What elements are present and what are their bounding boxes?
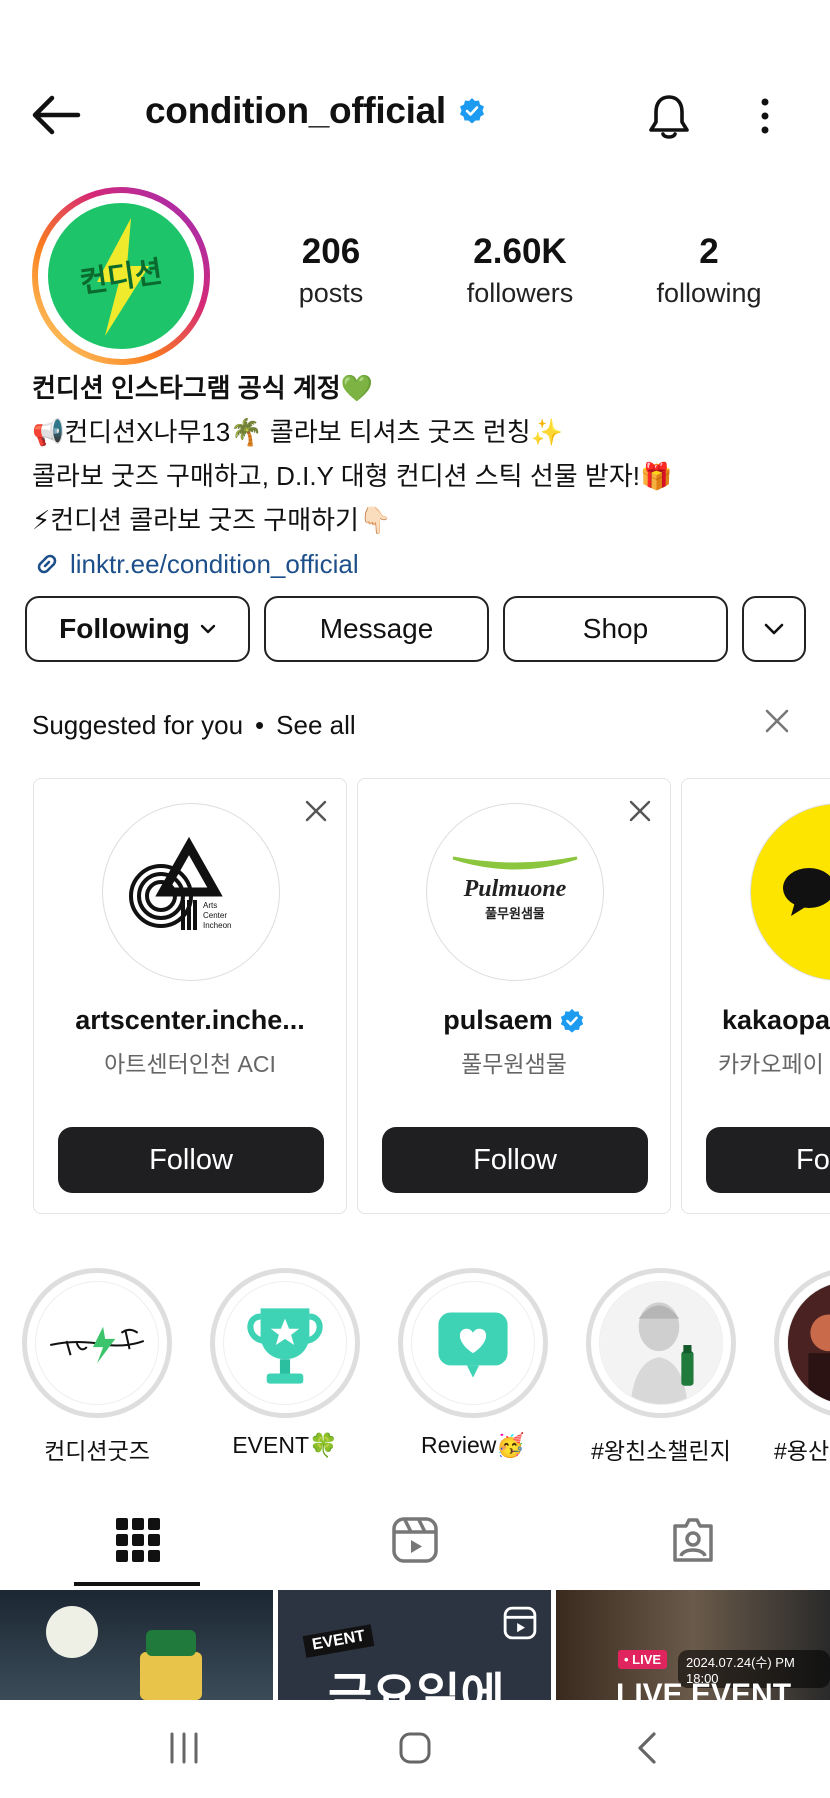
post-tile[interactable]: EVENT 금요일에 bbox=[278, 1590, 551, 1700]
suggestion-subtitle: 아트센터인천 ACI bbox=[104, 1051, 276, 1077]
suggestion-username[interactable]: artscenter.inche... bbox=[34, 1005, 346, 1036]
following-button-label: Following bbox=[59, 613, 190, 644]
separator-dot: • bbox=[255, 710, 265, 740]
highlight-cover bbox=[223, 1281, 347, 1405]
follow-button[interactable]: Follow bbox=[382, 1127, 648, 1193]
stat-following[interactable]: 2 following bbox=[619, 232, 799, 309]
bio-line: 📢컨디션X나무13🌴 콜라보 티셔츠 굿즈 런칭✨ bbox=[32, 417, 564, 447]
profile-avatar[interactable]: 컨디션 bbox=[31, 186, 211, 366]
message-button-label: Message bbox=[319, 613, 434, 644]
highlight-item[interactable]: 컨디션굿즈 bbox=[22, 1268, 172, 1466]
system-nav-bar bbox=[0, 1700, 830, 1798]
shop-button[interactable]: Shop bbox=[503, 596, 728, 662]
highlight-label: #왕친소챌린지 bbox=[591, 1438, 731, 1464]
suggest-toggle-button[interactable] bbox=[742, 596, 806, 662]
followers-label: followers bbox=[466, 278, 574, 308]
bio-name: 컨디션 인스타그램 공식 계정💚 bbox=[32, 373, 374, 403]
home-icon[interactable] bbox=[397, 1730, 433, 1766]
post-caption: 금요일에 bbox=[328, 1668, 505, 1700]
svg-text:Arts: Arts bbox=[203, 901, 217, 910]
highlight-label: EVENT🍀 bbox=[232, 1432, 338, 1458]
profile-title: condition_official bbox=[145, 90, 486, 132]
live-badge: • LIVE bbox=[618, 1650, 668, 1669]
svg-text:Center: Center bbox=[203, 911, 227, 920]
highlight-cover bbox=[411, 1281, 535, 1405]
post-grid: EVENT 금요일에 • LIVE 2024.07.24(수) PM 18:00… bbox=[0, 1590, 830, 1700]
back-arrow-icon[interactable] bbox=[28, 92, 84, 138]
profile-actions: Following Message Shop bbox=[25, 596, 806, 662]
highlight-cover bbox=[35, 1281, 159, 1405]
suggested-title: Suggested for you bbox=[32, 710, 244, 740]
active-tab-indicator bbox=[74, 1582, 200, 1586]
following-label: following bbox=[656, 278, 762, 308]
shop-button-label: Shop bbox=[582, 613, 649, 644]
verified-badge-icon bbox=[560, 1008, 583, 1033]
highlight-label: 컨디션굿즈 bbox=[44, 1438, 150, 1464]
back-nav-icon[interactable] bbox=[632, 1730, 662, 1766]
bio-link[interactable]: linktr.ee/condition_official bbox=[32, 542, 812, 586]
bell-icon[interactable] bbox=[645, 92, 693, 142]
suggested-carousel[interactable]: Arts Center Incheon artscenter.inche... … bbox=[33, 778, 830, 1216]
followers-count: 2.60K bbox=[473, 232, 567, 271]
suggestion-card[interactable]: Pulmuone 풀무원샘물 pulsaem 풀무원샘물 Follow bbox=[357, 778, 671, 1214]
follow-button[interactable]: Fo bbox=[706, 1127, 830, 1193]
dismiss-icon[interactable] bbox=[304, 799, 328, 823]
svg-text:Incheon: Incheon bbox=[203, 921, 231, 930]
reels-icon bbox=[503, 1606, 537, 1640]
following-button[interactable]: Following bbox=[25, 596, 250, 662]
message-button[interactable]: Message bbox=[264, 596, 489, 662]
verified-badge-icon bbox=[459, 98, 484, 124]
suggestion-avatar[interactable]: Arts Center Incheon bbox=[102, 803, 280, 981]
suggested-header: Suggested for you • See all bbox=[32, 709, 792, 741]
recent-apps-icon[interactable] bbox=[166, 1730, 202, 1766]
suggestion-username[interactable]: kakaopa bbox=[682, 1005, 830, 1036]
svg-text:Pulmuone: Pulmuone bbox=[463, 876, 567, 902]
bio-link-text: linktr.ee/condition_official bbox=[70, 549, 359, 579]
see-all-link[interactable]: See all bbox=[276, 710, 356, 741]
post-caption: LIVE EVENT bbox=[616, 1678, 792, 1700]
chevron-down-icon bbox=[200, 624, 216, 634]
dismiss-icon[interactable] bbox=[628, 799, 652, 823]
posts-count: 206 bbox=[301, 232, 361, 271]
bio-line: ⚡컨디션 콜라보 굿즈 구매하기👇🏻 bbox=[32, 505, 392, 535]
suggestion-avatar[interactable]: Pulmuone 풀무원샘물 bbox=[426, 803, 604, 981]
top-bar: condition_official bbox=[0, 80, 830, 150]
grid-tab-icon[interactable] bbox=[114, 1516, 162, 1564]
suggestion-card[interactable]: kakaopa 카카오페이 Fo bbox=[681, 778, 830, 1214]
chevron-down-icon bbox=[764, 623, 784, 635]
highlight-item[interactable]: EVENT🍀 bbox=[210, 1268, 360, 1459]
stat-followers[interactable]: 2.60K followers bbox=[430, 232, 610, 309]
highlight-item[interactable]: Review🥳 bbox=[398, 1268, 548, 1459]
username-title: condition_official bbox=[145, 90, 446, 131]
close-icon[interactable] bbox=[762, 706, 792, 736]
stat-posts[interactable]: 206 posts bbox=[241, 232, 421, 309]
tagged-tab-icon[interactable] bbox=[669, 1516, 717, 1564]
more-vert-icon[interactable] bbox=[755, 92, 775, 142]
event-badge: EVENT bbox=[302, 1624, 375, 1658]
svg-text:풀무원샘물: 풀무원샘물 bbox=[485, 906, 545, 922]
link-icon bbox=[37, 554, 57, 574]
post-tile[interactable] bbox=[0, 1590, 273, 1700]
highlight-item[interactable]: #용산 bbox=[774, 1268, 830, 1466]
highlight-label: Review🥳 bbox=[420, 1432, 526, 1458]
profile-tabs bbox=[0, 1500, 830, 1590]
highlight-cover bbox=[787, 1281, 830, 1405]
follow-button[interactable]: Follow bbox=[58, 1127, 324, 1193]
story-highlights[interactable]: 컨디션굿즈 EVENT🍀 Review🥳 #왕친소챌린지 #용산 bbox=[22, 1268, 830, 1468]
reels-tab-icon[interactable] bbox=[391, 1516, 439, 1564]
suggestion-subtitle: 풀무원샘물 bbox=[461, 1051, 567, 1077]
profile-bio: 컨디션 인스타그램 공식 계정💚 📢컨디션X나무13🌴 콜라보 티셔츠 굿즈 런… bbox=[32, 366, 812, 586]
suggestion-subtitle: 카카오페이 bbox=[718, 1051, 824, 1077]
highlight-cover bbox=[599, 1281, 723, 1405]
highlight-item[interactable]: #왕친소챌린지 bbox=[586, 1268, 736, 1466]
bio-line: 콜라보 굿즈 구매하고, D.I.Y 대형 컨디션 스틱 선물 받자!🎁 bbox=[32, 461, 673, 491]
suggestion-card[interactable]: Arts Center Incheon artscenter.inche... … bbox=[33, 778, 347, 1214]
suggestion-username[interactable]: pulsaem bbox=[358, 1005, 670, 1036]
highlight-label: #용산 bbox=[774, 1438, 830, 1464]
posts-label: posts bbox=[298, 278, 364, 308]
following-count: 2 bbox=[699, 232, 719, 271]
suggestion-avatar[interactable] bbox=[750, 803, 830, 981]
post-tile[interactable]: • LIVE 2024.07.24(수) PM 18:00 LIVE EVENT bbox=[556, 1590, 830, 1700]
